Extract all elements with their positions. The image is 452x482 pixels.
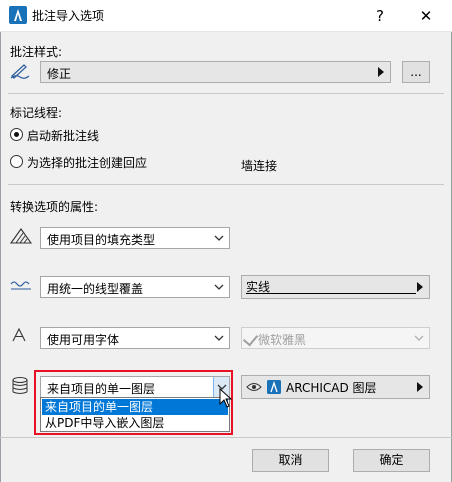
cancel-button[interactable]: 取消	[252, 449, 329, 472]
wall-connect-label: 墙连接	[241, 159, 278, 173]
fill-type-dropdown[interactable]: 使用项目的填充类型	[40, 227, 230, 249]
style-label: 批注样式:	[10, 45, 63, 59]
archicad-layer-popup[interactable]: ARCHICAD 图层	[241, 375, 430, 399]
thread-label: 标记线程:	[10, 106, 63, 120]
font-icon	[12, 328, 26, 342]
chevron-down-icon	[414, 335, 424, 341]
annotation-style-select[interactable]: 修正	[40, 61, 391, 83]
layer-dropdown[interactable]: 来自项目的单一图层	[40, 376, 230, 398]
chevron-right-icon	[417, 282, 423, 292]
pen-icon	[10, 64, 30, 79]
archicad-layer-value: ARCHICAD 图层	[286, 381, 377, 395]
layer-dropdown-menu: 来自项目的单一图层 从PDF中导入嵌入图层	[40, 397, 230, 432]
chevron-right-icon	[417, 382, 423, 392]
close-button[interactable]: ✕	[412, 4, 440, 28]
separator	[8, 184, 444, 185]
line-type-value: 用统一的线型覆盖	[47, 282, 144, 296]
chevron-down-icon	[214, 235, 224, 241]
separator	[8, 93, 444, 94]
line-style-popup[interactable]: 实线	[241, 275, 430, 299]
more-options-button[interactable]: ...	[402, 61, 430, 83]
ok-button[interactable]: 确定	[353, 449, 430, 472]
help-button[interactable]: ?	[366, 4, 394, 28]
menu-item[interactable]: 来自项目的单一图层	[42, 399, 228, 415]
line-type-dropdown[interactable]: 用统一的线型覆盖	[40, 276, 230, 298]
radio-reply-label[interactable]: 为选择的批注创建回应	[27, 154, 147, 171]
font-name-value: 微软雅黑	[258, 333, 307, 347]
chevron-down-icon	[214, 284, 224, 290]
layers-icon	[12, 377, 28, 394]
chevron-down-icon	[214, 335, 224, 341]
font-name-dropdown[interactable]: 微软雅黑	[241, 327, 430, 349]
fill-type-value: 使用项目的填充类型	[47, 233, 156, 247]
check-icon	[242, 330, 259, 347]
archicad-icon	[9, 6, 27, 24]
radio-selected-dot	[14, 132, 19, 137]
radio-new-thread-label[interactable]: 启动新批注线	[27, 127, 99, 144]
mouse-cursor-icon	[219, 388, 233, 408]
eye-icon	[246, 383, 262, 391]
chevron-right-icon	[378, 67, 384, 77]
solid-line-preview	[246, 293, 416, 294]
annotation-style-value: 修正	[47, 67, 72, 81]
radio-reply[interactable]	[10, 155, 23, 168]
font-dropdown[interactable]: 使用可用字体	[40, 327, 230, 349]
line-type-icon	[10, 281, 31, 290]
separator	[0, 437, 452, 438]
menu-item[interactable]: 从PDF中导入嵌入图层	[42, 415, 228, 431]
convert-label: 转换选项的属性:	[10, 200, 99, 214]
fill-icon	[10, 228, 32, 244]
radio-new-thread[interactable]	[10, 128, 23, 141]
font-value: 使用可用字体	[47, 333, 120, 347]
archicad-layer-icon	[267, 380, 281, 394]
layer-value: 来自项目的单一图层	[47, 382, 156, 396]
window-border-left	[0, 32, 1, 482]
dialog-title: 批注导入选项	[32, 9, 105, 23]
